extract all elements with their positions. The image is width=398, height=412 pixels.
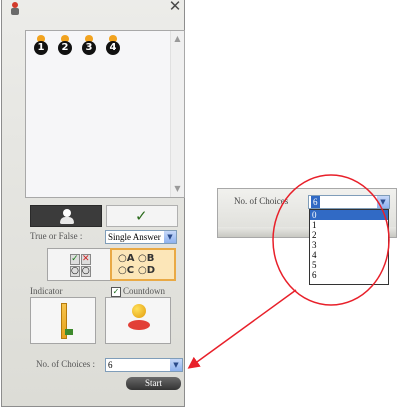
indicator-label: Indicator <box>30 286 63 296</box>
contestant-4-icon[interactable]: 4 <box>105 35 121 55</box>
no-of-choices-label: No. of Choices : <box>36 359 95 369</box>
dropdown-option[interactable]: 6 <box>310 270 388 280</box>
answer-mode-value: Single Answer <box>108 232 161 242</box>
dropdown-option[interactable]: 5 <box>310 260 388 270</box>
dropdown-option[interactable]: 1 <box>310 220 388 230</box>
quiz-panel: 1 2 3 4 ▲ ▼ ✓ True or False : Single Ans… <box>1 0 185 407</box>
answer-mode-select[interactable]: Single Answer ▼ <box>105 230 177 244</box>
checkmark-icon: ✓ <box>135 207 148 225</box>
title-bar <box>2 0 184 20</box>
close-icon[interactable]: ✕ <box>167 0 183 14</box>
tab-bar: ✓ <box>30 205 178 227</box>
dropdown-option[interactable]: 4 <box>310 250 388 260</box>
list-scrollbar[interactable]: ▲ ▼ <box>170 31 184 197</box>
abcd-icon: ○A ○B ○C ○D <box>118 253 156 276</box>
true-false-button[interactable]: ✓ ✕ ○ ○ <box>47 248 113 281</box>
true-or-false-label: True or False : <box>30 231 83 241</box>
dropdown-option[interactable]: 3 <box>310 240 388 250</box>
person-icon <box>59 209 75 225</box>
dropdown-option[interactable]: 0 <box>310 210 388 220</box>
buzzer-icon <box>128 304 150 334</box>
callout-arrow <box>187 289 297 369</box>
flag-icon <box>65 329 73 335</box>
scroll-up-icon[interactable]: ▲ <box>173 34 182 44</box>
tab-contestants[interactable] <box>30 205 102 227</box>
contestant-3-icon[interactable]: 3 <box>81 35 97 55</box>
dropdown-option[interactable]: 2 <box>310 230 388 240</box>
contestant-list: 1 2 3 4 ▲ ▼ <box>25 30 185 198</box>
chevron-down-icon[interactable]: ▼ <box>170 359 182 371</box>
contestant-2-icon[interactable]: 2 <box>57 35 73 55</box>
tab-answer[interactable]: ✓ <box>106 205 178 227</box>
chevron-down-icon[interactable]: ▼ <box>377 196 389 208</box>
multiple-choice-button[interactable]: ○A ○B ○C ○D <box>110 248 176 281</box>
zoom-no-of-choices-label: No. of Choices <box>234 196 289 206</box>
choices-dropdown-list[interactable]: 0 1 2 3 4 5 6 <box>309 209 389 285</box>
no-of-choices-select[interactable]: 6 ▼ <box>105 358 183 372</box>
no-of-choices-value: 6 <box>108 360 113 370</box>
chevron-down-icon[interactable]: ▼ <box>164 231 176 243</box>
indicator-button[interactable] <box>30 297 96 344</box>
app-logo-icon <box>11 2 19 16</box>
countdown-button[interactable] <box>105 297 171 344</box>
contestant-1-icon[interactable]: 1 <box>33 35 49 55</box>
zoom-choices-value: 6 <box>311 196 320 208</box>
countdown-label: Countdown <box>123 286 166 296</box>
countdown-checkbox[interactable]: ✓ <box>111 287 121 297</box>
true-false-icon: ✓ ✕ ○ ○ <box>70 254 91 277</box>
start-button[interactable]: Start <box>126 377 181 390</box>
zoom-choices-select[interactable]: 6 ▼ <box>308 195 390 209</box>
scroll-down-icon[interactable]: ▼ <box>173 184 182 194</box>
